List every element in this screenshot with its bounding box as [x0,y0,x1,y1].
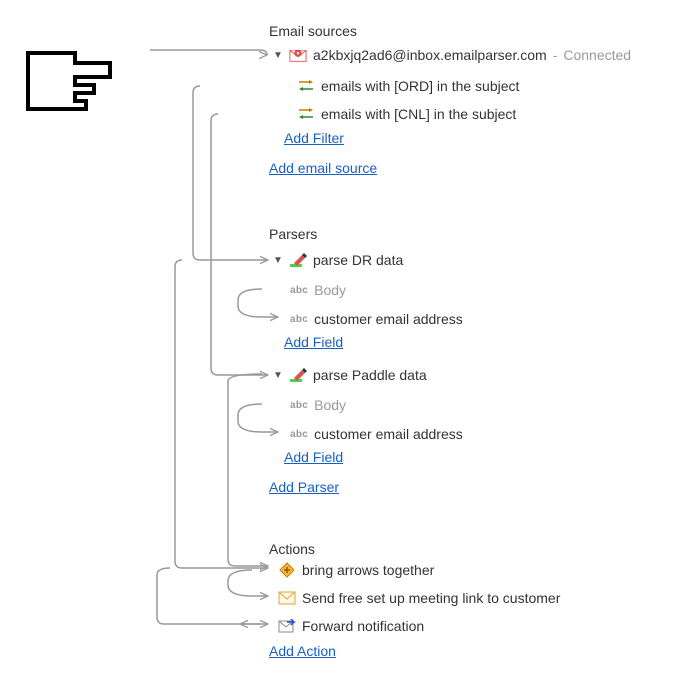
action-item-1[interactable]: bring arrows together [302,562,434,578]
email-gear-icon [289,46,307,64]
merge-diamond-icon [278,561,296,579]
add-filter-link[interactable]: Add Filter [284,130,344,146]
add-email-source-link[interactable]: Add email source [269,160,377,176]
expander-email-source[interactable]: ▼ [273,50,283,60]
add-field-link-1[interactable]: Add Field [284,334,343,350]
send-email-icon [278,589,296,607]
section-title-actions: Actions [269,541,315,557]
add-action-link[interactable]: Add Action [269,643,336,659]
parser-1-name[interactable]: parse DR data [313,252,403,268]
filter-item-1[interactable]: emails with [ORD] in the subject [321,78,519,94]
action-item-2[interactable]: Send free set up meeting link to custome… [302,590,560,606]
add-parser-link[interactable]: Add Parser [269,479,339,495]
parser-2-field-1[interactable]: Body [314,397,346,413]
expander-parser-1[interactable]: ▼ [273,255,283,265]
pointing-hand-icon [20,45,120,123]
email-source-status: Connected [563,47,631,63]
filter-icon [297,77,315,95]
abc-icon: abc [290,429,308,440]
add-field-link-2[interactable]: Add Field [284,449,343,465]
abc-icon: abc [290,285,308,296]
filter-icon [297,105,315,123]
filter-item-2[interactable]: emails with [CNL] in the subject [321,106,516,122]
email-source-address[interactable]: a2kbxjq2ad6@inbox.emailparser.com [313,47,547,63]
parser-1-field-1[interactable]: Body [314,282,346,298]
forward-icon [278,617,296,635]
parser-1-field-2[interactable]: customer email address [314,311,463,327]
section-title-email-sources: Email sources [269,23,357,39]
abc-icon: abc [290,400,308,411]
parser-2-name[interactable]: parse Paddle data [313,367,427,383]
highlighter-icon [289,366,307,384]
expander-parser-2[interactable]: ▼ [273,370,283,380]
parser-2-field-2[interactable]: customer email address [314,426,463,442]
highlighter-icon [289,251,307,269]
email-source-status-separator: - [553,47,558,63]
section-title-parsers: Parsers [269,226,317,242]
action-item-3[interactable]: Forward notification [302,618,424,634]
abc-icon: abc [290,314,308,325]
